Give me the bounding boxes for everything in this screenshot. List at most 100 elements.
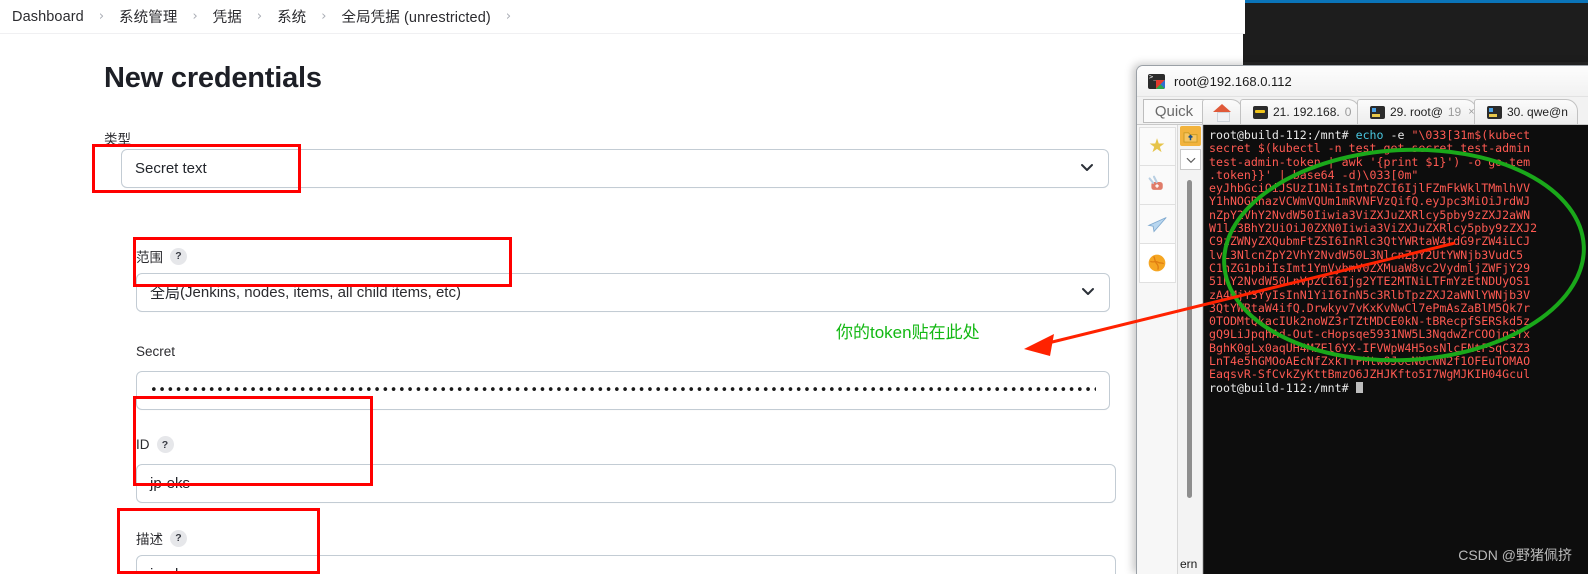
background-dark-strip-top [1243, 0, 1588, 62]
terminal-text: secret $(kubectl -n test get secret test… [1209, 141, 1531, 156]
breadcrumb-item-credentials[interactable]: 凭据 [207, 6, 248, 27]
terminal-text: Y1hNOGRhazVCWmVQUm1mRVNFVzQifQ.eyJpc3MiO… [1209, 194, 1531, 209]
quick-connect-button[interactable]: Quick [1143, 99, 1205, 123]
terminal-text: 51hY2NvdW50LnVpZCI6Ijg2YTE2MTNiLTFmYzEtN… [1209, 274, 1531, 289]
secret-input[interactable]: ••••••••••••••••••••••••••••••••••••••••… [136, 371, 1110, 410]
description-label-text: 描述 [136, 532, 163, 547]
screenshot-root: Dashboard › 系统管理 › 凭据 › 系统 › 全局凭据 (unres… [0, 0, 1588, 574]
help-icon[interactable]: ? [170, 247, 187, 265]
terminal-line: test-admin-token | awk '{print $1}') -o … [1209, 154, 1588, 169]
watermark: CSDN @野猪佩挤 [1458, 547, 1572, 563]
description-input[interactable]: jp-eks [136, 555, 1116, 574]
id-label-text: ID [136, 437, 150, 452]
id-input[interactable]: jp-eks [136, 464, 1116, 503]
id-field-label: ID ? [136, 436, 174, 453]
breadcrumb-item-system[interactable]: 系统 [271, 6, 312, 27]
terminal-text: BghK0gLx0aqUH4MZEl6YX-IFVWpW4H5osNlcFNtF… [1209, 340, 1531, 355]
swiss-knife-icon[interactable] [1138, 166, 1176, 205]
terminal-text: zA4MjY3YyIsInN1YiI6InN5c3RlbTpzZXJ2aWNlY… [1209, 287, 1531, 302]
chevron-down-icon[interactable] [1180, 149, 1201, 170]
chevron-right-icon: › [256, 9, 263, 24]
terminal-line: .token}}' | base64 -d)\033[0m" [1209, 167, 1588, 182]
terminal-text: gQ9LiJpqhAd-Out-cHopsqe5931NW5L3NqdwZrCO… [1209, 327, 1531, 342]
terminal-icon [1370, 105, 1385, 119]
scope-select[interactable]: 全局 (Jenkins, nodes, items, all child ite… [136, 273, 1110, 312]
terminal-icon [1487, 105, 1502, 119]
chevron-right-icon: › [98, 9, 105, 24]
tab-session-21-label: 21. 192.168. [1273, 105, 1340, 119]
folder-icon[interactable] [1180, 126, 1201, 146]
credentials-form-page: New credentials 类型 Secret text 范围 ? 全局 (… [0, 34, 1245, 574]
page-title: New credentials [104, 62, 322, 94]
terminal-screen[interactable]: root@build-112:/mnt# echo -e "\033[31m$(… [1203, 125, 1588, 574]
type-field-label: 类型 [104, 128, 131, 148]
terminal-text: .token}}' | base64 -d)\033[0m" [1209, 167, 1419, 182]
terminal-line: zA4MjY3YyIsInN1YiI6InN5c3RlbTpzZXJ2aWNlY… [1209, 287, 1588, 302]
terminal-title: root@192.168.0.112 [1174, 73, 1292, 89]
terminal-text: test-admin-token | awk '{print $1}') -o … [1209, 154, 1531, 169]
tab-session-21[interactable]: 21. 192.168.0 × [1240, 99, 1360, 124]
terminal-line: 0TODMtQkacIUk2noWZ3rTZtMDCE0kN-tBRecpfSE… [1209, 315, 1588, 328]
terminal-line: nZpY2VhY2NvdW50Iiwia3ViZXJuZXRlcy5pby9zZ… [1209, 207, 1588, 222]
tab-session-29-label-dim: 19 [1447, 105, 1462, 119]
chevron-right-icon: › [321, 9, 327, 24]
terminal-text: 0TODMtQkacIUk2noWZ3rTZtMDCE0kN-tBRecpfSE… [1209, 314, 1531, 329]
scope-select-value-detail: (Jenkins, nodes, items, all child items,… [180, 284, 461, 301]
terminal-line: EaqsvR-SfCvkZyKttBmzO6JZHJKfto5I7WgMJKIH… [1209, 368, 1588, 381]
tab-home[interactable] [1202, 99, 1243, 124]
star-icon[interactable]: ★ [1138, 127, 1176, 166]
terminal-line: gQ9LiJpqhAd-Out-cHopsqe5931NW5L3NqdwZrCO… [1209, 328, 1588, 341]
terminal-line: eyJhbGciOiJSUzI1NiIsImtpZCI6IjlFZmFkWklT… [1209, 182, 1588, 195]
terminal-line: root@build-112:/mnt# echo -e "\033[31m$(… [1209, 128, 1588, 142]
terminal-scrollbar[interactable] [1187, 180, 1192, 498]
description-field-label: 描述 ? [136, 528, 187, 548]
breadcrumb: Dashboard › 系统管理 › 凭据 › 系统 › 全局凭据 (unres… [0, 0, 1245, 34]
terminal-text: C1hZG1pbiIsImt1YmVybmV0ZXMuaW8vc2VydmljZ… [1209, 260, 1531, 275]
secret-label-text: Secret [136, 344, 176, 359]
terminal-line: W1lc3BhY2UiOiJ0ZXN0Iiwia3ViZXJuZXRlcy5pb… [1209, 221, 1588, 236]
terminal-line: BghK0gLx0aqUH4MZEl6YX-IFVWpW4H5osNlcFNtF… [1209, 340, 1588, 355]
breadcrumb-item-dashboard[interactable]: Dashboard [6, 9, 90, 25]
terminal-text: echo [1355, 128, 1391, 142]
tab-session-29[interactable]: 29. root@ 19 × [1357, 99, 1477, 124]
terminal-text: root@build-112:/mnt# [1209, 380, 1356, 395]
terminal-titlebar[interactable]: root@192.168.0.112 [1137, 66, 1588, 97]
terminal-line: C1hZG1pbiIsImt1YmVybmV0ZXMuaW8vc2VydmljZ… [1209, 260, 1588, 275]
terminal-text: lvL3NlcnZpY2VhY2NvdW50L3NlcnZpY2UtYWNjb3… [1209, 247, 1524, 262]
globe-icon[interactable] [1138, 244, 1176, 283]
tab-session-30[interactable]: 30. qwe@n [1474, 99, 1578, 124]
terminal-line: C9zZWNyZXQubmFtZSI6InRlc3QtYWRtaW4tdG9rZ… [1209, 235, 1588, 248]
terminal-line: secret $(kubectl -n test get secret test… [1209, 142, 1588, 155]
terminal-text: nZpY2VhY2NvdW50Iiwia3ViZXJuZXRlcy5pby9zZ… [1209, 207, 1531, 222]
paper-plane-icon[interactable] [1138, 205, 1176, 244]
terminal-left-toolbar: ★ [1137, 125, 1178, 574]
terminal-text: "\033[31m$(kubect [1411, 128, 1531, 142]
breadcrumb-item-system-config[interactable]: 系统管理 [113, 6, 183, 27]
type-select-value: Secret text [135, 160, 207, 177]
id-input-value: jp-eks [150, 475, 191, 492]
terminal-text: EaqsvR-SfCvkZyKttBmzO6JZHJKfto5I7WgMJKIH… [1209, 367, 1531, 382]
breadcrumb-item-global-credentials[interactable]: 全局凭据 (unrestricted) [335, 6, 496, 27]
chevron-right-icon: › [505, 9, 512, 24]
terminal-line: Y1hNOGRhazVCWmVQUm1mRVNFVzQifQ.eyJpc3MiO… [1209, 195, 1588, 208]
help-icon[interactable]: ? [170, 529, 187, 547]
tab-session-29-label: 29. root@ [1390, 105, 1443, 119]
mobaxterm-app-icon [1148, 73, 1165, 89]
terminal-text: -e [1390, 128, 1412, 142]
type-select[interactable]: Secret text [121, 149, 1109, 188]
chevron-right-icon: › [192, 9, 198, 24]
terminal-text: 3QtYWRtaW4ifQ.Drwkyv7vKxKvNwCl7ePmAsZaBl… [1209, 300, 1531, 315]
secret-input-value: ••••••••••••••••••••••••••••••••••••••••… [150, 384, 1096, 397]
key-icon [1253, 105, 1268, 119]
terminal-output: root@build-112:/mnt# echo -e "\033[31m$(… [1204, 125, 1588, 395]
terminal-text: C9zZWNyZXQubmFtZSI6InRlc3QtYWRtaW4tdG9rZ… [1209, 234, 1531, 249]
chevron-down-icon [1080, 283, 1096, 303]
scope-select-value: 全局 [150, 285, 181, 302]
help-icon[interactable]: ? [156, 436, 174, 453]
terminal-tab-bar: Quick 21. 192.168.0 × 29. root@19 × 30. … [1137, 97, 1588, 125]
secret-field-label: Secret [136, 344, 175, 359]
terminal-sidebar-panel: ern [1178, 125, 1203, 574]
terminal-window[interactable]: root@192.168.0.112 Quick 21. 192.168.0 ×… [1136, 65, 1588, 574]
scope-label-text: 范围 [136, 250, 163, 265]
terminal-text: W1lc3BhY2UiOiJ0ZXN0Iiwia3ViZXJuZXRlcy5pb… [1209, 221, 1538, 236]
